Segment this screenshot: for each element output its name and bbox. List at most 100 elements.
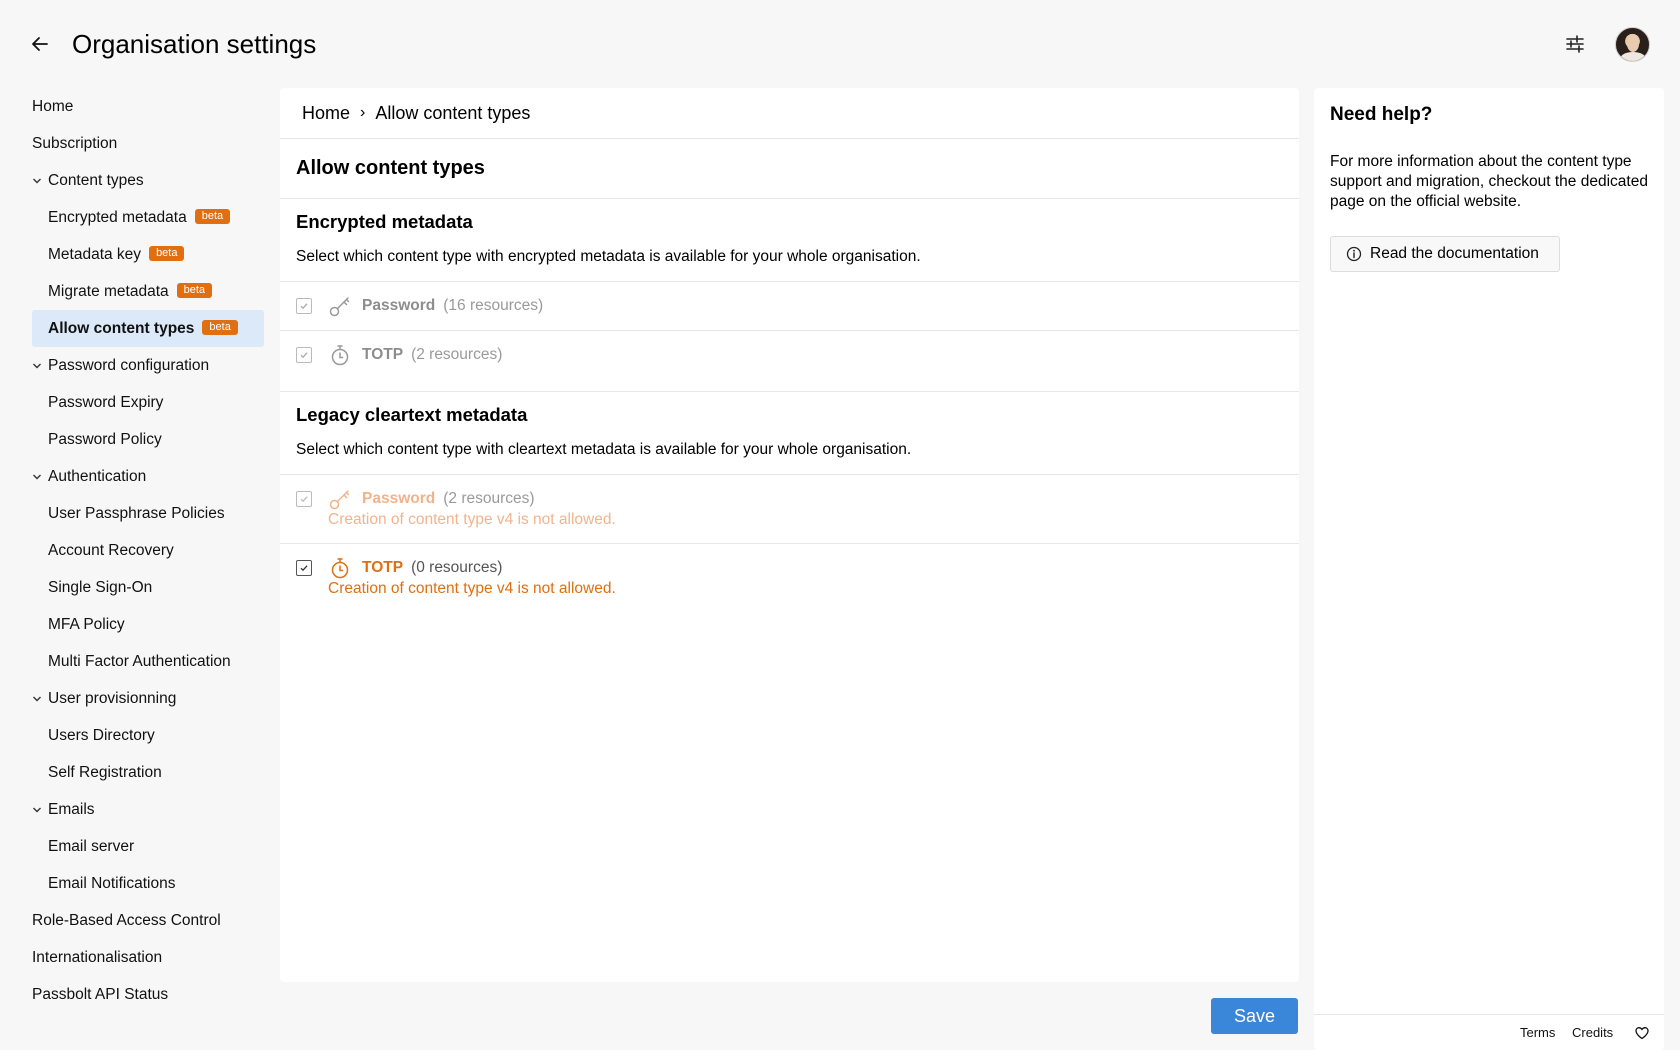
save-button[interactable]: Save	[1211, 998, 1298, 1034]
sidebar-item-single-sign-on[interactable]: Single Sign-On	[32, 569, 264, 606]
header: Organisation settings	[0, 0, 1680, 88]
content-type-label: Password	[362, 490, 436, 507]
sidebar-item-allow-content-types[interactable]: Allow content types beta	[32, 310, 264, 347]
sidebar-group-password-configuration[interactable]: Password configuration	[32, 347, 264, 384]
breadcrumb-separator: ›	[360, 104, 366, 121]
sidebar-group-label: Content types	[48, 172, 144, 189]
error-message: Creation of content type v4 is not allow…	[328, 580, 616, 597]
heart-icon[interactable]	[1634, 1025, 1650, 1041]
sidebar-item-self-registration[interactable]: Self Registration	[32, 754, 264, 791]
key-icon	[329, 490, 350, 510]
read-documentation-label: Read the documentation	[1370, 245, 1539, 262]
sidebar-group-emails[interactable]: Emails	[32, 791, 264, 828]
chevron-down-icon	[33, 363, 41, 369]
back-arrow-icon[interactable]	[28, 32, 52, 56]
sidebar-item-multi-factor-authentication[interactable]: Multi Factor Authentication	[32, 643, 264, 680]
beta-badge: beta	[194, 209, 231, 225]
sidebar-item-rbac[interactable]: Role-Based Access Control	[32, 902, 264, 939]
breadcrumb-current[interactable]: Allow content types	[375, 103, 530, 124]
chevron-down-icon	[33, 178, 41, 184]
beta-badge: beta	[176, 283, 213, 299]
sidebar-item-password-policy[interactable]: Password Policy	[32, 421, 264, 458]
legacy-metadata-description: Select which content type with cleartext…	[296, 441, 912, 458]
sidebar-item-encrypted-metadata[interactable]: Encrypted metadata beta	[32, 199, 264, 236]
resource-count: (2 resources)	[411, 346, 503, 363]
encrypted-metadata-description: Select which content type with encrypted…	[296, 248, 921, 265]
legacy-metadata-heading: Legacy cleartext metadata	[296, 404, 528, 425]
sliders-icon[interactable]	[1562, 31, 1588, 57]
content-type-label: TOTP	[362, 559, 404, 576]
read-documentation-button[interactable]: Read the documentation	[1330, 236, 1560, 272]
row-spacer	[296, 379, 1283, 391]
sidebar-group-authentication[interactable]: Authentication	[32, 458, 264, 495]
sidebar-group-content-types[interactable]: Content types	[32, 162, 264, 199]
sidebar-item-user-passphrase-policies[interactable]: User Passphrase Policies	[32, 495, 264, 532]
sidebar-item-email-server[interactable]: Email server	[32, 828, 264, 865]
sidebar-item-label: Metadata key	[48, 246, 142, 263]
encrypted-password-checkbox[interactable]	[296, 298, 312, 314]
check-icon	[300, 352, 308, 359]
sidebar-item-password-expiry[interactable]: Password Expiry	[32, 384, 264, 421]
help-title: Need help?	[1330, 104, 1433, 125]
avatar-face	[1627, 36, 1639, 52]
sidebar-group-label: Emails	[48, 801, 95, 818]
error-message: Creation of content type v4 is not allow…	[328, 511, 616, 528]
section-title: Allow content types	[280, 139, 1299, 199]
sidebar-group-label: Authentication	[48, 468, 147, 485]
resource-count: (0 resources)	[411, 559, 503, 576]
stopwatch-icon	[331, 345, 349, 366]
chevron-down-icon	[33, 696, 41, 702]
chevron-down-icon	[33, 807, 41, 813]
legacy-password-checkbox[interactable]	[296, 491, 312, 507]
sidebar-group-label: User provisionning	[48, 690, 177, 707]
check-icon	[300, 496, 308, 503]
sidebar-item-home[interactable]: Home	[32, 88, 264, 125]
credits-link[interactable]: Credits	[1572, 1025, 1613, 1040]
check-icon	[300, 565, 308, 572]
terms-link[interactable]: Terms	[1520, 1025, 1555, 1040]
encrypted-totp-row: TOTP (2 resources)	[280, 331, 1299, 392]
sidebar-item-users-directory[interactable]: Users Directory	[32, 717, 264, 754]
encrypted-metadata-block: Encrypted metadata Select which content …	[280, 199, 1299, 282]
sidebar-item-label: Encrypted metadata	[48, 209, 187, 226]
breadcrumb: Home › Allow content types	[280, 88, 1299, 139]
check-icon	[300, 303, 308, 310]
legacy-metadata-block: Legacy cleartext metadata Select which c…	[280, 392, 1299, 475]
main-panel: Home › Allow content types Allow content…	[280, 88, 1299, 982]
sidebar-item-metadata-key[interactable]: Metadata key beta	[32, 236, 264, 273]
sidebar-group-user-provisionning[interactable]: User provisionning	[32, 680, 264, 717]
avatar-shoulder	[1620, 52, 1646, 61]
stopwatch-icon	[331, 558, 349, 579]
sidebar-item-email-notifications[interactable]: Email Notifications	[32, 865, 264, 902]
sidebar-item-label: Allow content types	[48, 320, 195, 337]
legacy-totp-row: TOTP (0 resources) Creation of content t…	[280, 544, 1299, 612]
key-icon	[329, 297, 350, 317]
sidebar-group-label: Password configuration	[48, 357, 210, 374]
sidebar-item-api-status[interactable]: Passbolt API Status	[32, 976, 264, 1013]
help-footer: Terms Credits	[1314, 1014, 1664, 1050]
content-type-label: Password	[362, 297, 436, 314]
beta-badge: beta	[149, 246, 185, 262]
help-text: For more information about the content t…	[1330, 153, 1648, 210]
sidebar-item-account-recovery[interactable]: Account Recovery	[32, 532, 264, 569]
sidebar-item-migrate-metadata[interactable]: Migrate metadata beta	[32, 273, 264, 310]
encrypted-password-row: Password (16 resources)	[280, 282, 1299, 331]
info-icon	[1346, 246, 1362, 262]
encrypted-metadata-heading: Encrypted metadata	[296, 211, 473, 232]
user-avatar[interactable]	[1615, 27, 1650, 62]
breadcrumb-home[interactable]: Home	[302, 103, 350, 124]
sidebar-item-label: Migrate metadata	[48, 283, 169, 300]
help-panel: Need help? For more information about th…	[1314, 88, 1664, 1050]
beta-badge: beta	[202, 320, 238, 336]
page-title: Organisation settings	[72, 29, 317, 59]
sidebar-item-subscription[interactable]: Subscription	[32, 125, 264, 162]
resource-count: (16 resources)	[443, 297, 544, 314]
sidebar-nav: Home Subscription Content types Encrypte…	[32, 88, 264, 1013]
legacy-totp-checkbox[interactable]	[296, 560, 312, 576]
sidebar-item-internationalisation[interactable]: Internationalisation	[32, 939, 264, 976]
content-type-label: TOTP	[362, 346, 404, 363]
chevron-down-icon	[33, 474, 41, 480]
encrypted-totp-checkbox[interactable]	[296, 347, 312, 363]
legacy-password-row: Password (2 resources) Creation of conte…	[280, 475, 1299, 544]
sidebar-item-mfa-policy[interactable]: MFA Policy	[32, 606, 264, 643]
